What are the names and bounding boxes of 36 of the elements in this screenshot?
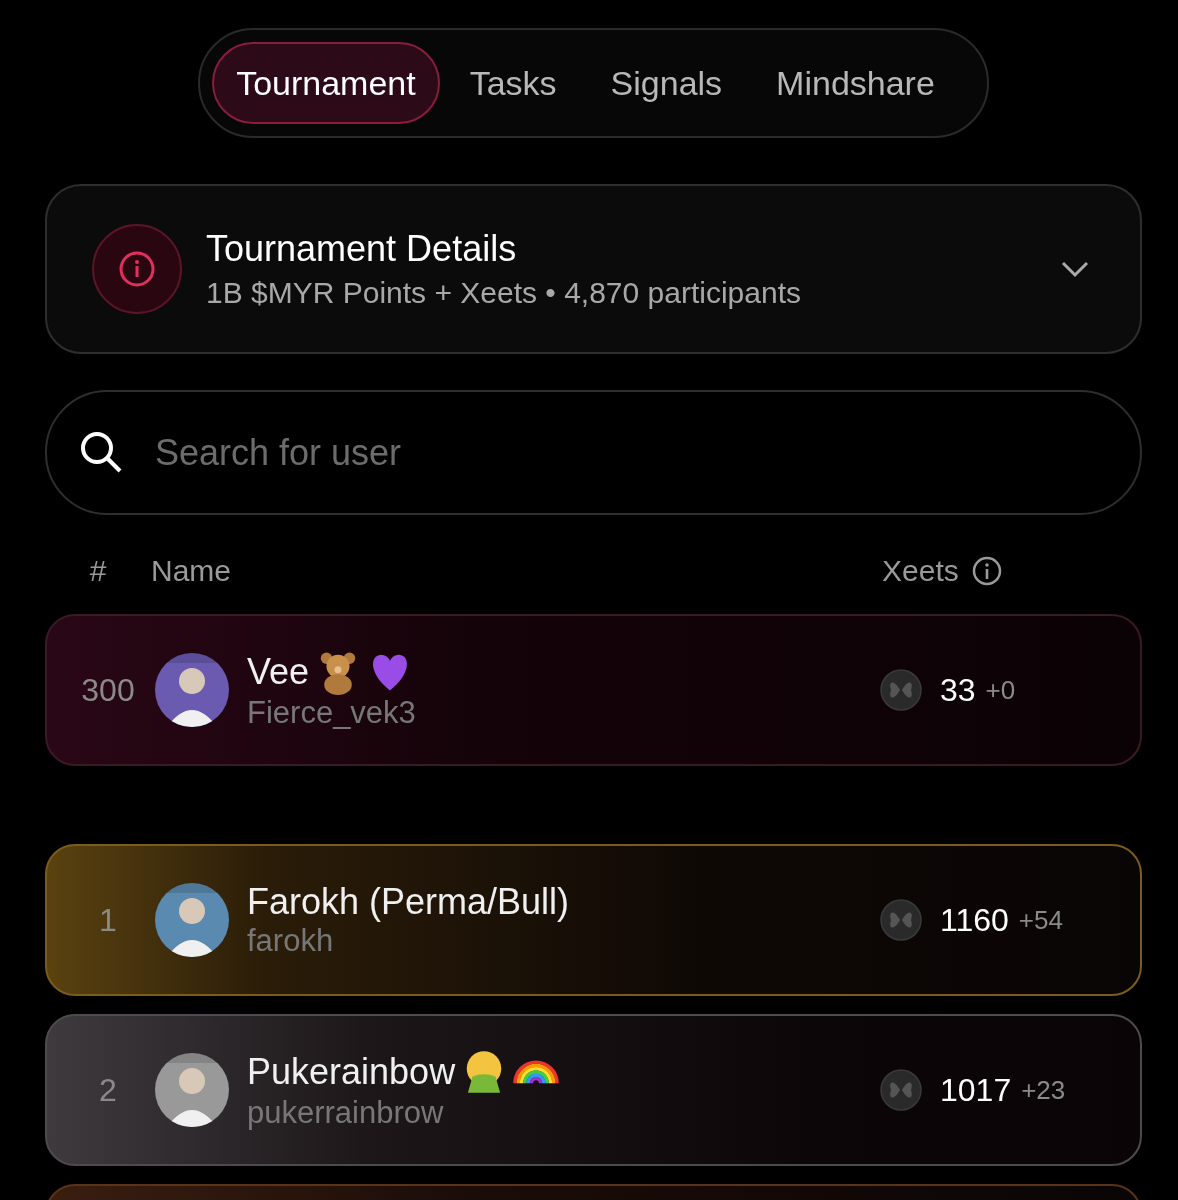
column-header: Xeets <box>882 554 959 588</box>
info-icon[interactable] <box>970 555 1003 587</box>
tab[interactable]: Tasks <box>445 42 581 124</box>
search-icon <box>79 430 123 474</box>
card-subtitle: 1B $MYR Points + Xeets • 4,870 participants <box>206 276 802 310</box>
xeets-count: 33 <box>940 671 976 709</box>
leaderboard-row[interactable]: 300 Vee Fierce_vek3 33 +0 <box>45 614 1142 766</box>
chevron-icon[interactable] <box>1060 260 1090 278</box>
leaderboard-row[interactable]: 1 Farokh (Perma/Bull) farokh 1160 +54 <box>45 844 1142 996</box>
xeets-change: +23 <box>1021 1074 1066 1106</box>
user-name: Vee <box>247 651 310 693</box>
rank-number: 300 <box>80 671 136 709</box>
user-name: Farokh (Perma/Bull) <box>247 881 570 923</box>
user-handle: Fierce_vek3 <box>247 695 417 731</box>
tab[interactable]: Mindshare <box>752 42 959 124</box>
leaderboard-row[interactable]: 2 Pukerainbow pukerrainbrow 1017 +23 <box>45 1014 1142 1166</box>
user-handle: farokh <box>247 923 335 959</box>
search-field[interactable]: Search for user <box>45 390 1142 515</box>
column-header: Name <box>151 554 233 588</box>
xeets-change: +54 <box>1018 904 1063 936</box>
tournament-details-card[interactable]: Tournament Details 1B $MYR Points + Xeets • 4,870 participants <box>45 184 1142 354</box>
tab[interactable]: Tournament <box>212 42 440 124</box>
butterfly-coin-icon <box>880 899 922 941</box>
butterfly-coin-icon <box>880 669 922 711</box>
card-title: Tournament Details <box>206 228 518 270</box>
tab[interactable]: Signals <box>586 42 747 124</box>
rank-number: 1 <box>98 901 118 939</box>
xeets-count: 1017 <box>940 1071 1012 1109</box>
rank-number: 2 <box>98 1071 118 1109</box>
user-name: Pukerainbow <box>247 1051 456 1093</box>
butterfly-coin-icon <box>880 1069 922 1111</box>
rainbow-icon <box>513 1060 560 1084</box>
user-handle: pukerrainbrow <box>247 1095 445 1131</box>
xeets-change: +0 <box>985 674 1016 706</box>
xeets-count: 1160 <box>940 901 1009 939</box>
column-header: # <box>88 554 108 588</box>
